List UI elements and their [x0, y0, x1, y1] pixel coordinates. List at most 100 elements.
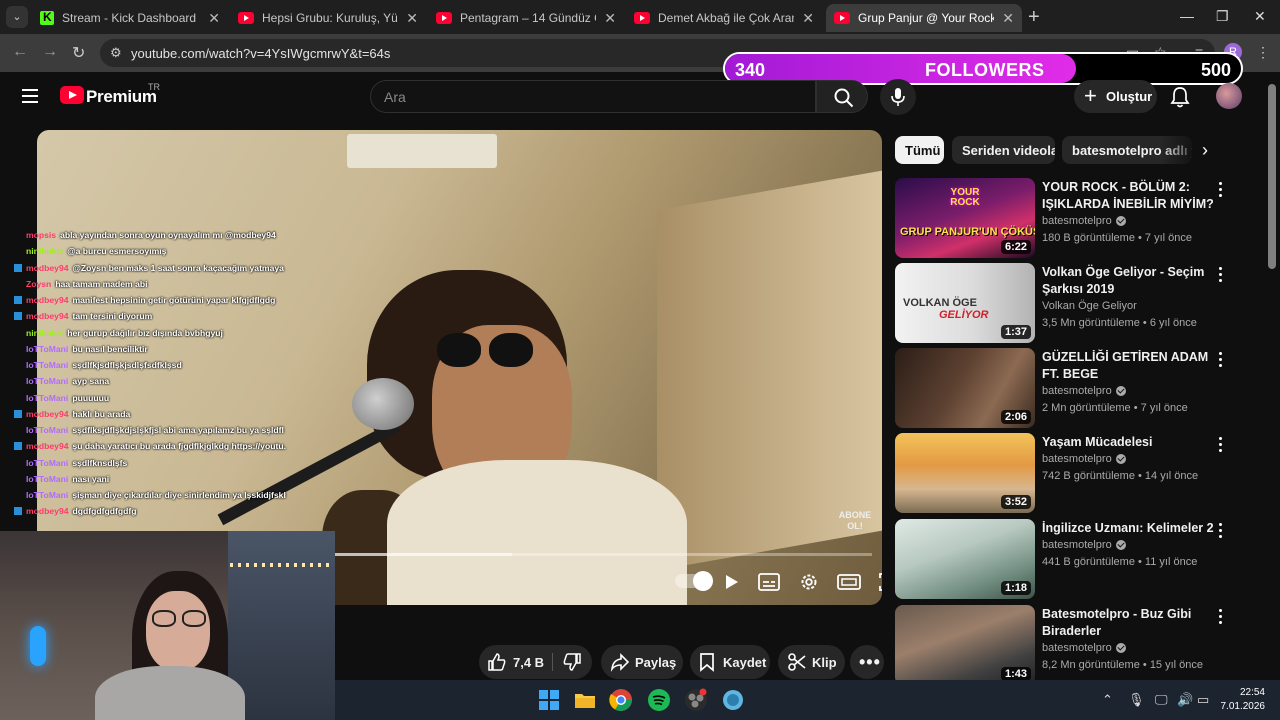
tab-search-button[interactable]: ⌄ [6, 6, 28, 28]
followers-label: FOLLOWERS [925, 60, 1045, 80]
tab-close-icon[interactable]: ✕ [802, 10, 814, 27]
browser-tab-active[interactable]: Grup Panjur @ Your Rock - You ✕ [826, 4, 1022, 32]
close-window-button[interactable]: ✕ [1254, 8, 1266, 25]
like-button[interactable]: 7,4 B [479, 645, 547, 679]
chip-next-chevron-icon[interactable]: › [1202, 140, 1208, 161]
more-options-icon[interactable] [1219, 182, 1225, 200]
minimize-button[interactable]: — [1180, 8, 1194, 24]
more-options-icon[interactable] [1219, 267, 1225, 285]
video-thumbnail[interactable]: GELİYOR VOLKAN ÖGE 1:37 [895, 263, 1035, 343]
more-options-icon[interactable] [1219, 609, 1225, 627]
fullscreen-icon[interactable] [875, 571, 882, 593]
theater-mode-icon[interactable] [835, 571, 863, 593]
tab-close-icon[interactable]: ✕ [1002, 10, 1014, 27]
site-info-icon[interactable]: ⚙ [110, 45, 122, 61]
video-thumbnail[interactable]: YOUR ROCK GRUP PANJUR'UN ÇÖKÜŞÜ!!! 6:22 [895, 178, 1035, 258]
youtube-brand[interactable]: Premium [86, 87, 157, 107]
recommendation-item[interactable]: 2:06 GÜZELLİĞİ GETİREN ADAM FT. BEGE bates… [895, 348, 1250, 428]
browser-tab-demet[interactable]: Demet Akbağ ile Çok Aramızda ✕ [626, 4, 822, 32]
more-options-icon[interactable] [1219, 437, 1225, 455]
back-icon[interactable]: ← [12, 43, 28, 61]
tab-close-icon[interactable]: ✕ [208, 10, 220, 27]
browser-tab-kick[interactable]: K Stream - Kick Dashboard ✕ [32, 4, 228, 32]
youtube-favicon-icon [436, 12, 452, 24]
maximize-button[interactable]: ❐ [1216, 8, 1229, 25]
recommendation-channel[interactable]: batesmotelpro [1042, 453, 1126, 465]
chat-username: IoTToMani [26, 425, 69, 436]
video-thumbnail[interactable]: 1:43 [895, 605, 1035, 685]
save-button[interactable]: Kaydet [690, 645, 770, 679]
recommendation-channel[interactable]: batesmotelpro [1042, 539, 1126, 551]
recommendation-channel[interactable]: batesmotelpro [1042, 642, 1126, 654]
browser-tab-hepsi[interactable]: Hepsi Grubu: Kuruluş, Yükseliş ve Ç ✕ [230, 4, 426, 32]
subscribe-watermark[interactable]: ABONE OL! [837, 510, 873, 532]
recommendation-item[interactable]: 1:43 Batesmotelpro - Buz Gibi Biraderler b… [895, 605, 1250, 685]
tray-overflow-icon[interactable]: ⌃ [1102, 692, 1113, 708]
settings-gear-icon[interactable] [795, 571, 823, 593]
clip-button[interactable]: Klip [778, 645, 845, 679]
recommendation-channel[interactable]: batesmotelpro [1042, 215, 1126, 227]
tray-battery-icon[interactable]: ▭ [1197, 692, 1209, 708]
guide-menu-icon[interactable] [22, 89, 38, 103]
forward-icon[interactable]: → [42, 43, 58, 61]
recommendation-title[interactable]: Batesmotelpro - Buz Gibi Biraderler [1042, 606, 1217, 640]
account-avatar[interactable] [1216, 83, 1242, 109]
recommendation-title[interactable]: GÜZELLİĞİ GETİREN ADAM FT. BEGE [1042, 349, 1217, 383]
recommendation-channel[interactable]: batesmotelpro [1042, 385, 1126, 397]
youtube-logo-icon[interactable] [60, 86, 84, 104]
voice-search-button[interactable] [880, 79, 916, 115]
page-scrollbar[interactable] [1268, 84, 1276, 269]
region-code: TR [148, 82, 160, 92]
recommendation-title[interactable]: YOUR ROCK - BÖLÜM 2: IŞIKLARDA İNEBİLİR … [1042, 179, 1217, 213]
video-thumbnail[interactable]: 2:06 [895, 348, 1035, 428]
video-progress-bar[interactable] [334, 553, 872, 556]
chip-series[interactable]: Seriden videolar [952, 136, 1055, 164]
tray-mic-icon[interactable]: 🎙 [1128, 692, 1145, 708]
new-tab-button[interactable]: + [1028, 6, 1040, 29]
video-thumbnail[interactable]: 3:52 [895, 433, 1035, 513]
chip-all[interactable]: Tümü [895, 136, 944, 164]
browser-tab-pentagram[interactable]: Pentagram – 14 Gündüz Gece f ✕ [428, 4, 624, 32]
search-button[interactable] [816, 80, 868, 113]
autoplay-toggle[interactable] [675, 571, 713, 591]
recommendation-item[interactable]: 1:18 İngilizce Uzmanı: Kelimeler 2 batesmo… [895, 519, 1250, 599]
moderator-badge-icon [14, 442, 22, 451]
recommendation-title[interactable]: Volkan Öge Geliyor - Seçim Şarkısı 2019 [1042, 264, 1217, 298]
tab-close-icon[interactable]: ✕ [406, 10, 418, 27]
recommendation-item[interactable]: YOUR ROCKGRUP PANJUR'UN ÇÖKÜŞÜ!!!6:22YOU… [895, 178, 1250, 258]
recommendation-item[interactable]: GELİYOR VOLKAN ÖGE 1:37 Volkan Öge Geliyor … [895, 263, 1250, 343]
more-actions-button[interactable]: ••• [850, 645, 884, 679]
recommendation-title[interactable]: İngilizce Uzmanı: Kelimeler 2 [1042, 520, 1217, 537]
tray-network-icon[interactable]: 🖵 [1155, 692, 1168, 708]
recommendation-channel[interactable]: Volkan Öge Geliyor [1042, 300, 1137, 312]
tab-close-icon[interactable]: ✕ [604, 10, 616, 27]
windows-start-icon[interactable] [537, 688, 561, 712]
tray-volume-icon[interactable]: 🔊 [1177, 692, 1193, 708]
dislike-button[interactable] [557, 645, 592, 679]
taskbar-clock[interactable]: 22:54 7.01.2026 [1215, 686, 1266, 714]
kick-favicon-icon: K [40, 10, 54, 25]
more-options-icon[interactable] [1219, 523, 1225, 541]
notifications-bell-icon[interactable] [1170, 86, 1190, 108]
share-button[interactable]: Paylaş [601, 645, 683, 679]
like-divider [552, 653, 553, 671]
reload-icon[interactable]: ↻ [72, 43, 85, 63]
search-input[interactable]: Ara [370, 80, 816, 113]
recommendation-title[interactable]: Yaşam Mücadelesi [1042, 434, 1217, 451]
create-label: Oluştur [1106, 89, 1153, 104]
spotify-icon[interactable] [647, 688, 671, 712]
upload-age: 15 yıl önce [1149, 659, 1204, 671]
app-blue-icon[interactable] [721, 688, 745, 712]
save-label: Kaydet [723, 654, 767, 670]
recommendation-item[interactable]: 3:52 Yaşam Mücadelesi batesmotelpro 742 B g… [895, 433, 1250, 513]
file-explorer-icon[interactable] [573, 688, 597, 712]
create-button[interactable]: + Oluştur [1074, 80, 1157, 113]
browser-menu-icon[interactable]: ⋮ [1256, 44, 1270, 61]
more-options-icon[interactable] [1219, 352, 1225, 370]
subtitles-icon[interactable] [755, 571, 783, 593]
chat-message: IoTToMani sşdflksjdflşkdjslşkfjsl abi ama… [14, 422, 344, 438]
video-thumbnail[interactable]: 1:18 [895, 519, 1035, 599]
browser-tab-strip: ⌄ K Stream - Kick Dashboard ✕ Hepsi Grub… [0, 0, 1280, 34]
obs-icon[interactable] [684, 688, 708, 712]
chrome-icon[interactable] [609, 688, 633, 712]
